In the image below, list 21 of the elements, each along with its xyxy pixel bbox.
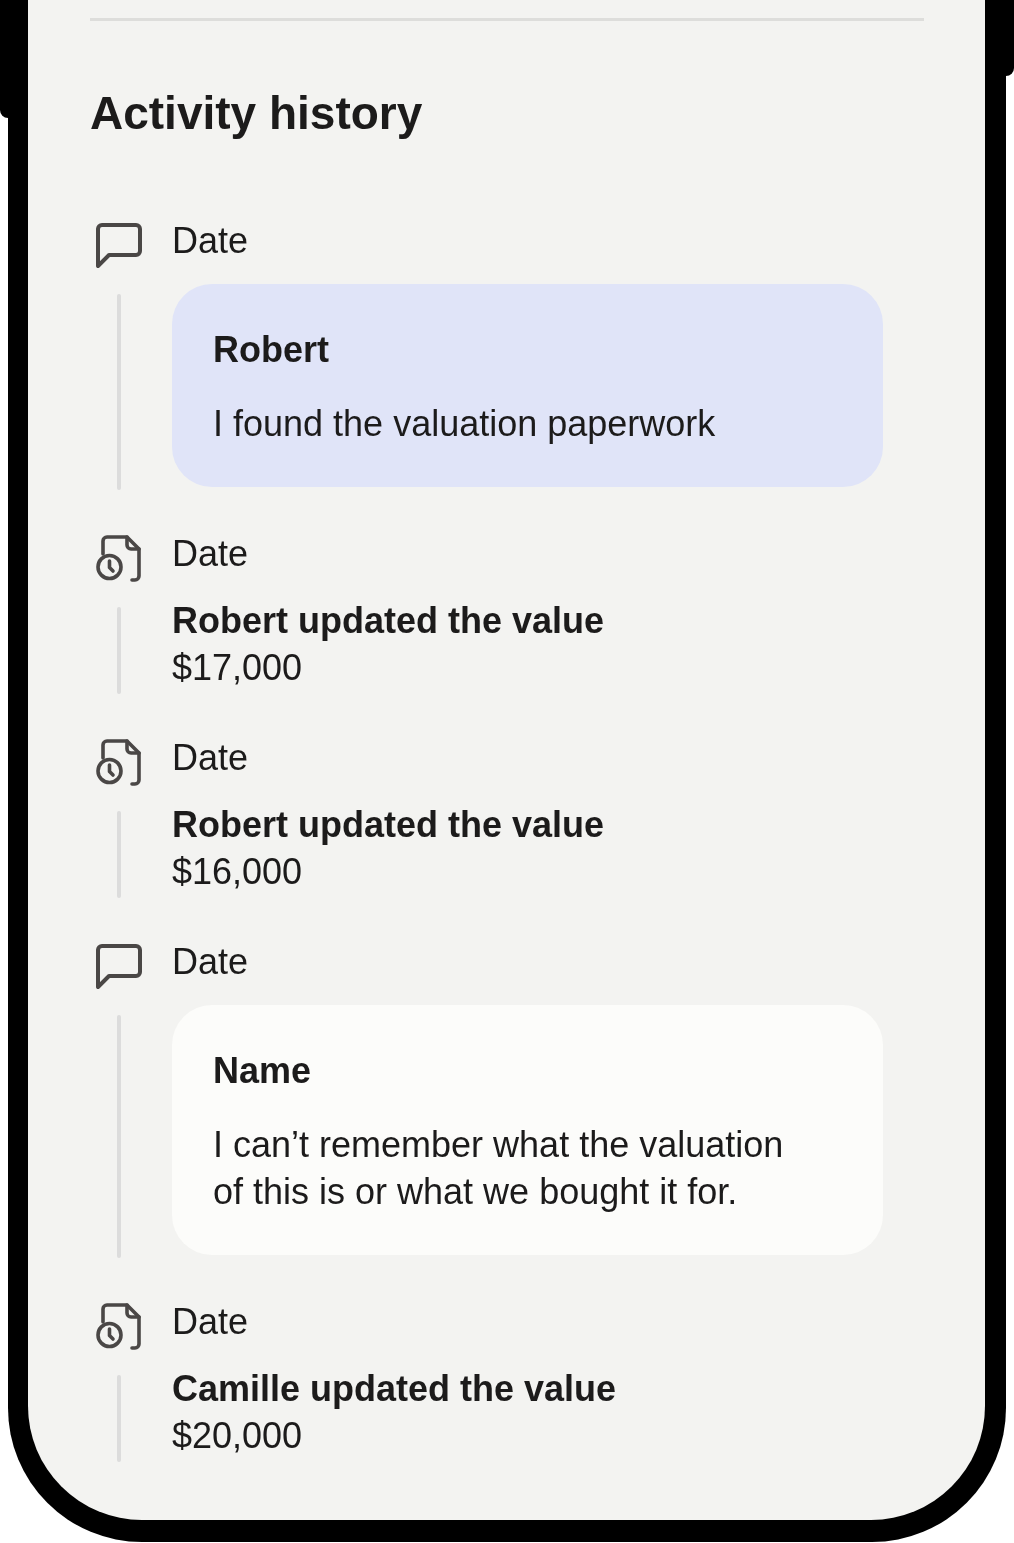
activity-date: Date bbox=[172, 534, 249, 574]
comment-author: Robert bbox=[213, 328, 330, 372]
document-clock-icon bbox=[95, 1302, 143, 1350]
update-summary: Robert updated the value bbox=[172, 599, 605, 643]
activity-date: Date bbox=[172, 942, 249, 982]
update-value: $20,000 bbox=[172, 1414, 304, 1458]
document-clock-icon bbox=[95, 534, 143, 582]
activity-date: Date bbox=[172, 1302, 249, 1342]
activity-date: Date bbox=[172, 738, 249, 778]
comment-text: I can’t remember what the valuation of this is or what we bought it for. bbox=[213, 1123, 785, 1214]
chat-bubble-icon bbox=[95, 221, 143, 269]
document-clock-icon bbox=[95, 738, 143, 786]
activity-date: Date bbox=[172, 221, 249, 261]
chat-bubble-icon bbox=[95, 942, 143, 990]
update-value: $17,000 bbox=[172, 646, 304, 690]
comment-text: I found the valuation paperwork bbox=[213, 402, 717, 446]
update-value: $16,000 bbox=[172, 850, 304, 894]
update-summary: Camille updated the value bbox=[172, 1367, 617, 1411]
update-summary: Robert updated the value bbox=[172, 803, 605, 847]
section-title: Activity history bbox=[90, 86, 424, 141]
comment-author: Name bbox=[213, 1049, 313, 1093]
